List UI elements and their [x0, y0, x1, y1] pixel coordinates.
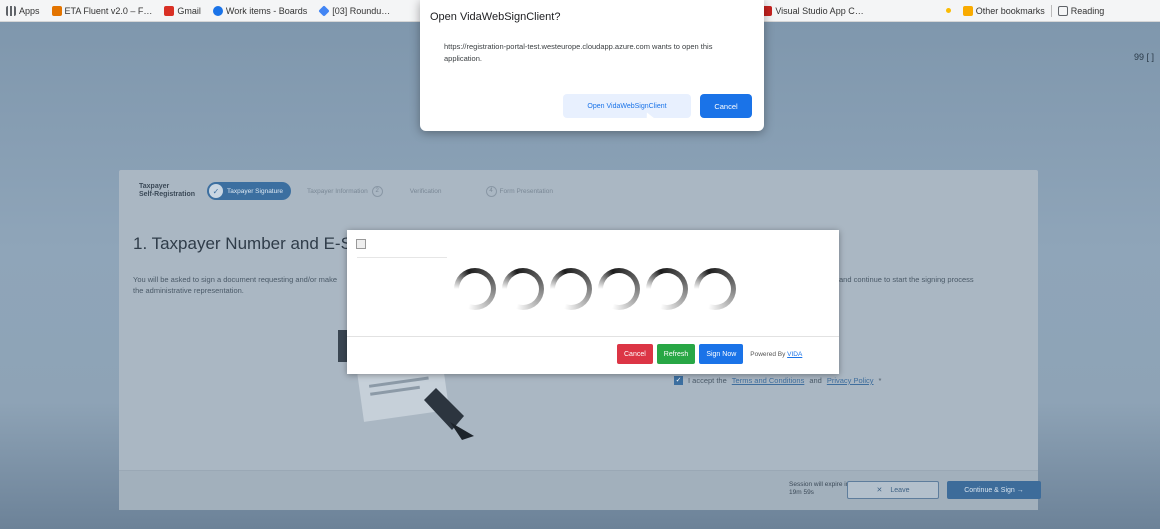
step-number: 2	[371, 185, 383, 197]
sign-now-button[interactable]: Sign Now	[699, 344, 744, 364]
dot-icon	[945, 8, 951, 13]
dialog-body: https://registration-portal-test.westeur…	[444, 42, 713, 63]
leave-button[interactable]: ✕ Leave	[847, 481, 939, 499]
session-line2: 19m 59s	[789, 489, 814, 496]
spinner-icon	[502, 268, 544, 310]
bookmark-label: [03] Roundu…	[332, 5, 391, 16]
bookmark-gmail[interactable]: Gmail	[158, 5, 207, 16]
bookmark-visual-studio[interactable]: Visual Studio App C…	[756, 5, 869, 16]
privacy-link[interactable]: Privacy Policy	[827, 376, 874, 385]
step-label: Taxpayer Information	[307, 187, 368, 195]
bookmark-other[interactable]: Other bookmarks	[957, 5, 1051, 16]
bookmark-reading-list[interactable]: Reading	[1052, 5, 1111, 16]
brand-line1: Taxpayer	[139, 183, 170, 190]
bookmark-label: Other bookmarks	[975, 5, 1045, 16]
brand-line2: Self-Registration	[139, 191, 196, 198]
reading-list-icon	[1057, 5, 1068, 16]
step-taxpayer-signature[interactable]: ✓ Taxpayer Signature	[207, 182, 292, 200]
terms-link[interactable]: Terms and Conditions	[732, 376, 805, 385]
terms-row: ✓ I accept the Terms and Conditions and …	[674, 376, 881, 385]
bookmark-roundup[interactable]: [03] Roundu…	[313, 4, 396, 17]
step-number: 4	[485, 185, 497, 197]
bookmark-work-items[interactable]: Work items - Boards	[207, 5, 313, 16]
loading-spinners	[454, 268, 736, 310]
step-label: Taxpayer Signature	[227, 187, 284, 195]
instructions-left: You will be asked to sign a document req…	[133, 275, 338, 295]
terms-prefix: I accept the	[688, 376, 727, 385]
modal-footer-divider	[347, 336, 839, 337]
powered-by: Powered By VIDA	[750, 351, 802, 358]
signing-modal: Cancel Refresh Sign Now Powered By VIDA	[347, 230, 839, 374]
gmail-icon	[164, 5, 175, 16]
bookmark-eta-fluent[interactable]: ETA Fluent v2.0 – F…	[46, 5, 159, 16]
spinner-icon	[646, 268, 688, 310]
stepper: Taxpayer Self-Registration ✓ Taxpayer Si…	[139, 182, 561, 200]
azure-boards-icon	[212, 5, 223, 16]
spinner-icon	[550, 268, 592, 310]
step-verification[interactable]: Verification	[402, 182, 450, 200]
vendor-link[interactable]: VIDA	[787, 351, 802, 358]
dialog-title: Open VidaWebSignClient?	[430, 11, 561, 23]
refresh-button[interactable]: Refresh	[656, 344, 696, 364]
open-app-button[interactable]: Open VidaWebSignClient	[563, 94, 691, 118]
folder-icon	[962, 5, 973, 16]
terms-checkbox[interactable]: ✓	[674, 376, 683, 385]
terms-suffix: *	[878, 376, 882, 385]
modal-buttons: Cancel Refresh Sign Now Powered By VIDA	[617, 344, 802, 364]
bookmark-label: ETA Fluent v2.0 – F…	[64, 5, 153, 16]
apps-grid-icon	[6, 5, 16, 16]
bookmark-label: Apps	[19, 5, 40, 16]
dialog-cancel-button[interactable]: Cancel	[700, 94, 752, 118]
spinner-icon	[598, 268, 640, 310]
bookmark-star[interactable]	[940, 8, 957, 13]
continue-sign-button[interactable]: Continue & Sign →	[947, 481, 1041, 499]
modal-divider	[357, 257, 447, 258]
instructions-right: and continue to start the signing proces…	[839, 275, 974, 284]
session-timer: Session will expire in 19m 59s	[789, 481, 849, 497]
leave-label: Leave	[890, 486, 910, 494]
step-taxpayer-information[interactable]: Taxpayer Information 2	[299, 182, 394, 200]
brand-label: Taxpayer Self-Registration	[139, 183, 199, 199]
step-form-presentation[interactable]: 4 Form Presentation	[478, 182, 561, 200]
bookmark-label: Gmail	[177, 5, 201, 16]
bookmark-label: Visual Studio App C…	[775, 5, 864, 16]
modal-cancel-button[interactable]: Cancel	[617, 344, 653, 364]
check-icon: ✓	[209, 184, 223, 198]
spinner-icon	[694, 268, 736, 310]
session-line1: Session will expire in	[789, 481, 850, 488]
bookmark-label: Work items - Boards	[225, 5, 308, 16]
close-icon: ✕	[876, 487, 883, 494]
eta-icon	[51, 5, 62, 16]
diamond-icon	[318, 4, 330, 17]
bookmark-label: Reading	[1070, 5, 1105, 16]
broken-image-icon	[356, 239, 366, 249]
step-label: Form Presentation	[499, 187, 553, 195]
page-title: 1. Taxpayer Number and E-Sign	[133, 234, 375, 253]
card-footer: Session will expire in 19m 59s ✕ Leave C…	[119, 470, 1041, 510]
spinner-icon	[454, 268, 496, 310]
open-app-dialog: Open VidaWebSignClient? https://registra…	[420, 0, 764, 131]
step-label: Verification	[409, 187, 442, 195]
powered-by-label: Powered By	[750, 350, 786, 358]
bookmark-apps[interactable]: Apps	[0, 5, 46, 16]
page-top-right-text: 99 [ ]	[1133, 52, 1154, 62]
terms-and: and	[809, 376, 822, 385]
